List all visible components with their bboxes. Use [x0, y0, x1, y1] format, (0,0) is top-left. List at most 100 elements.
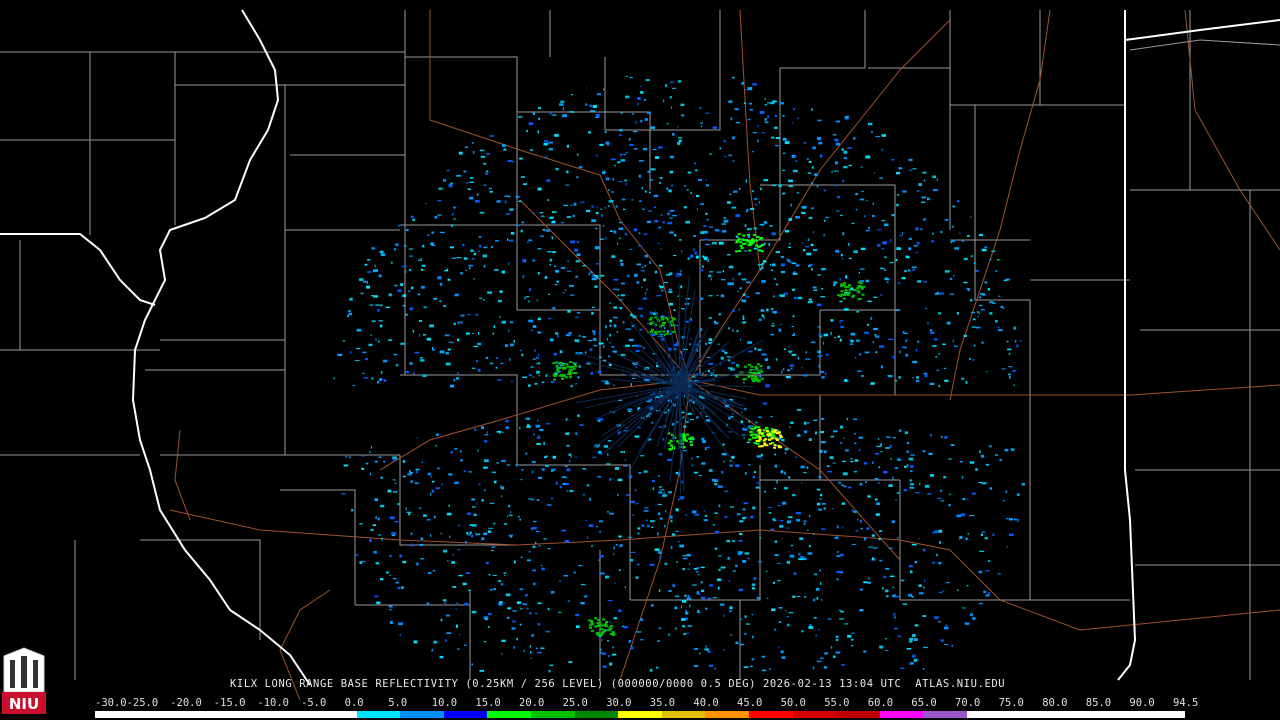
- echo-pixel: [370, 334, 372, 336]
- echo-pixel: [1012, 369, 1016, 372]
- echo-pixel: [712, 597, 718, 599]
- echo-core-pixel: [756, 236, 760, 238]
- echo-pixel: [812, 286, 817, 289]
- echo-pixel: [618, 299, 623, 301]
- echo-pixel: [518, 200, 522, 202]
- echo-pixel: [856, 310, 860, 313]
- echo-pixel: [824, 652, 828, 655]
- echo-pixel: [832, 134, 837, 136]
- highway-line: [739, 9, 761, 271]
- echo-pixel: [452, 554, 455, 556]
- echo-pixel: [672, 133, 675, 136]
- echo-pixel: [856, 339, 860, 342]
- echo-pixel: [542, 228, 546, 231]
- echo-pixel: [588, 131, 591, 134]
- echo-pixel: [422, 244, 425, 248]
- echo-core-pixel: [561, 367, 565, 369]
- echo-pixel: [587, 340, 593, 342]
- echo-pixel: [644, 254, 649, 258]
- echo-pixel: [510, 343, 514, 347]
- echo-pixel: [678, 239, 682, 241]
- echo-pixel: [428, 572, 432, 574]
- echo-core-pixel: [758, 445, 762, 448]
- echo-pixel: [667, 221, 673, 225]
- echo-pixel: [472, 151, 475, 154]
- echo-pixel: [639, 200, 642, 203]
- echo-pixel: [803, 249, 806, 252]
- echo-pixel: [932, 232, 934, 235]
- echo-pixel: [764, 118, 767, 121]
- echo-pixel: [652, 479, 655, 483]
- echo-core-pixel: [689, 440, 693, 443]
- echo-pixel: [821, 599, 823, 601]
- echo-pixel: [612, 178, 615, 181]
- echo-pixel: [666, 123, 669, 125]
- echo-pixel: [774, 453, 776, 456]
- echo-pixel: [389, 621, 393, 624]
- echo-pixel: [711, 339, 713, 342]
- echo-pixel: [591, 219, 596, 222]
- echo-pixel: [614, 164, 616, 167]
- echo-pixel: [813, 617, 817, 619]
- echo-pixel: [659, 486, 662, 488]
- echo-pixel: [816, 502, 821, 506]
- echo-pixel: [872, 341, 875, 343]
- echo-pixel: [761, 280, 766, 283]
- echo-pixel: [471, 610, 477, 614]
- echo-pixel: [808, 626, 814, 629]
- echo-pixel: [763, 316, 765, 320]
- echo-pixel: [820, 296, 825, 298]
- echo-pixel: [685, 609, 688, 613]
- echo-pixel: [366, 285, 370, 289]
- echo-core-pixel: [843, 294, 846, 296]
- echo-pixel: [761, 314, 764, 317]
- echo-pixel: [504, 344, 508, 348]
- echo-pixel: [451, 561, 455, 564]
- echo-pixel: [771, 263, 776, 267]
- clutter-ray: [679, 384, 717, 415]
- echo-pixel: [912, 360, 918, 364]
- echo-core-pixel: [753, 376, 757, 379]
- echo-pixel: [868, 226, 870, 230]
- echo-pixel: [750, 515, 754, 519]
- echo-pixel: [683, 425, 687, 428]
- echo-pixel: [952, 205, 955, 208]
- echo-pixel: [873, 172, 876, 174]
- echo-pixel: [939, 489, 942, 492]
- echo-pixel: [683, 633, 686, 635]
- echo-pixel: [598, 356, 603, 358]
- echo-pixel: [512, 160, 514, 163]
- colorbar-cell: [400, 711, 444, 718]
- echo-pixel: [626, 151, 628, 154]
- echo-pixel: [349, 297, 353, 301]
- echo-pixel: [743, 299, 747, 303]
- echo-pixel: [613, 230, 617, 234]
- echo-pixel: [784, 141, 790, 145]
- echo-pixel: [534, 349, 536, 352]
- echo-pixel: [770, 528, 774, 531]
- echo-pixel: [650, 126, 656, 129]
- echo-pixel: [374, 460, 378, 463]
- echo-pixel: [786, 560, 790, 564]
- echo-pixel: [602, 665, 607, 668]
- echo-pixel: [854, 433, 856, 435]
- echo-pixel: [580, 583, 586, 586]
- echo-core-pixel: [757, 429, 761, 431]
- echo-pixel: [600, 274, 605, 277]
- echo-pixel: [716, 294, 719, 297]
- echo-pixel: [771, 136, 775, 139]
- echo-pixel: [388, 605, 393, 608]
- echo-pixel: [546, 230, 551, 232]
- echo-pixel: [509, 208, 514, 211]
- echo-pixel: [464, 644, 467, 646]
- echo-pixel: [636, 631, 642, 633]
- echo-core-pixel: [747, 374, 751, 377]
- echo-core-pixel: [861, 293, 865, 296]
- echo-pixel: [519, 623, 522, 626]
- echo-pixel: [660, 315, 665, 318]
- scale-label: 5.0: [388, 697, 408, 709]
- echo-pixel: [644, 118, 648, 121]
- echo-pixel: [658, 226, 661, 229]
- echo-pixel: [863, 462, 868, 465]
- echo-pixel: [333, 377, 335, 380]
